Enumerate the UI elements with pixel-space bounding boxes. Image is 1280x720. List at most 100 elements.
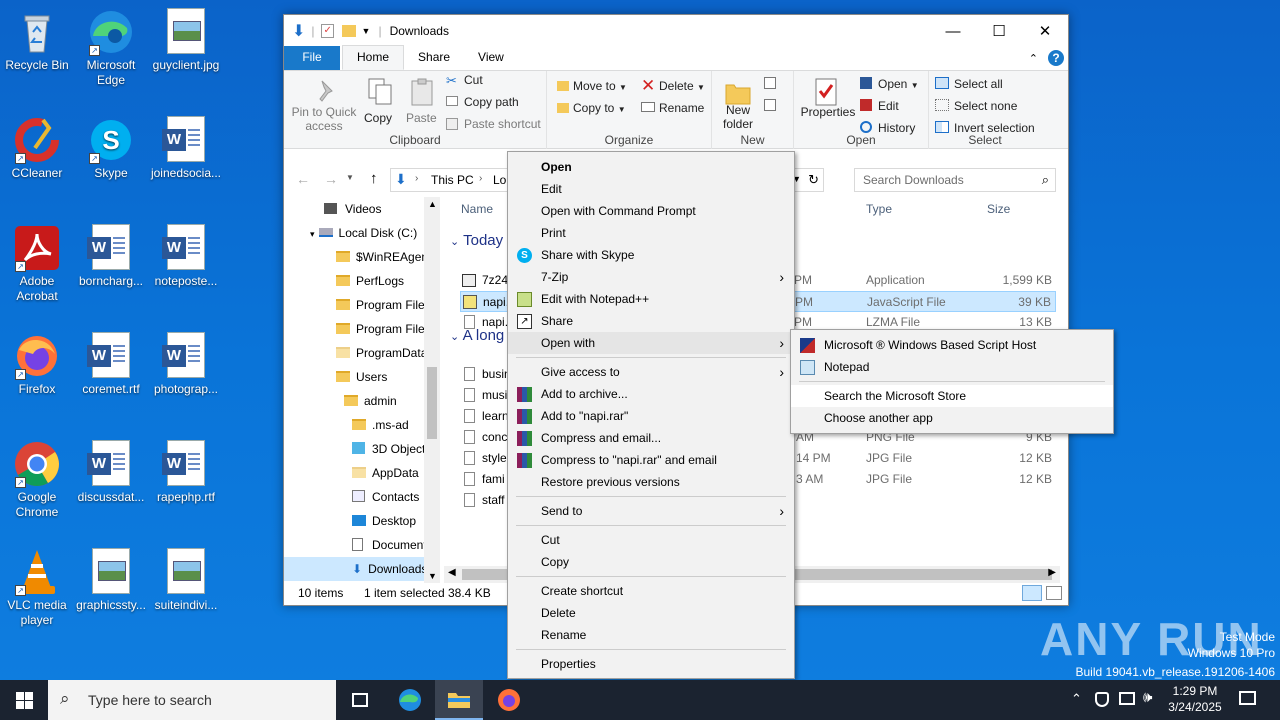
desktop-icon-skype[interactable]: S ↗ Skype — [74, 116, 148, 181]
recent-locations-icon[interactable]: ▼ — [346, 173, 354, 182]
notifications-icon[interactable] — [1239, 691, 1256, 705]
desktop-icon-google-chrome[interactable]: ↗ Google Chrome — [0, 440, 74, 520]
new-item-icon[interactable] — [764, 77, 776, 89]
easy-access-icon[interactable] — [764, 99, 776, 111]
submenu-item-notepad[interactable]: Notepad — [791, 356, 1113, 378]
desktop-icon-coremet[interactable]: coremet.rtf — [74, 332, 148, 397]
menu-item-compress-email[interactable]: Compress and email... — [508, 427, 794, 449]
menu-item-print[interactable]: Print — [508, 222, 794, 244]
menu-item-send-to[interactable]: Send to › — [508, 500, 794, 522]
menu-item-add-to-archive[interactable]: Add to archive... — [508, 383, 794, 405]
nav-item-appdata[interactable]: AppData — [352, 461, 419, 485]
show-hidden-icons-icon[interactable]: ⌃ — [1071, 691, 1082, 707]
desktop-icon-borncharg[interactable]: borncharg... — [74, 224, 148, 289]
nav-item-admin[interactable]: admin — [344, 389, 397, 413]
properties-button[interactable]: Properties — [800, 105, 856, 119]
nav-item-users[interactable]: Users — [336, 365, 387, 389]
menu-item-open[interactable]: Open — [508, 156, 794, 178]
desktop-icon-firefox[interactable]: ↗ Firefox — [0, 332, 74, 397]
edit-button[interactable]: Edit — [878, 99, 899, 113]
menu-item-cut[interactable]: Cut — [508, 529, 794, 551]
nav-item-videos[interactable]: Videos — [324, 197, 381, 221]
delete-button[interactable]: Delete ▼ — [659, 79, 705, 95]
nav-item-contacts[interactable]: Contacts — [352, 485, 419, 509]
nav-item-documents[interactable]: Documents — [352, 533, 433, 557]
paste-button[interactable]: Paste — [406, 111, 437, 125]
volume-icon[interactable]: 🕪 — [1143, 689, 1152, 706]
properties-qat-icon[interactable]: ✓ — [320, 24, 334, 38]
forward-arrow-icon[interactable]: → — [324, 171, 338, 187]
menu-item-edit[interactable]: Edit — [508, 178, 794, 200]
tab-home[interactable]: Home — [342, 45, 405, 70]
submenu-item-script-host[interactable]: Microsoft ® Windows Based Script Host — [791, 334, 1113, 356]
desktop-icon-recycle-bin[interactable]: Recycle Bin — [0, 8, 74, 73]
desktop-icon-rapephp[interactable]: rapephp.rtf — [149, 440, 223, 505]
nav-item-programdata[interactable]: ProgramData — [336, 341, 427, 365]
select-none-button[interactable]: Select none — [954, 99, 1017, 113]
column-header-size[interactable]: Size — [987, 202, 1010, 216]
up-arrow-icon[interactable]: ↑ — [370, 170, 378, 187]
pin-quick-access-button[interactable]: Pin to Quick access — [290, 105, 358, 133]
scroll-up-icon[interactable]: ▲ — [428, 199, 437, 209]
nav-item-winreagent[interactable]: $WinREAgent — [336, 245, 431, 269]
help-icon[interactable]: ? — [1048, 50, 1064, 66]
taskbar-file-explorer[interactable] — [435, 680, 483, 720]
cut-button[interactable]: Cut — [464, 73, 483, 87]
copy-path-button[interactable]: Copy path — [464, 95, 519, 109]
menu-item-7zip[interactable]: 7-Zip › — [508, 266, 794, 288]
desktop-icon-ccleaner[interactable]: ↗ CCleaner — [0, 116, 74, 181]
desktop-icon-photograp[interactable]: photograp... — [149, 332, 223, 397]
nav-item-downloads[interactable]: ⬇ Downloads — [284, 557, 439, 581]
column-header-type[interactable]: Type — [866, 202, 892, 216]
new-folder-button[interactable]: New folder — [716, 103, 760, 131]
desktop-icon-guyclient[interactable]: guyclient.jpg — [149, 8, 223, 73]
menu-item-restore-versions[interactable]: Restore previous versions — [508, 471, 794, 493]
scroll-down-icon[interactable]: ▼ — [428, 571, 437, 581]
menu-item-rename[interactable]: Rename — [508, 624, 794, 646]
tab-share[interactable]: Share — [404, 46, 464, 70]
large-icons-view-icon[interactable] — [1046, 586, 1062, 600]
minimize-button[interactable]: — — [930, 15, 976, 47]
defender-icon[interactable] — [1095, 692, 1109, 707]
desktop-icon-edge[interactable]: ↗ Microsoft Edge — [74, 8, 148, 88]
menu-item-add-to-napi-rar[interactable]: Add to "napi.rar" — [508, 405, 794, 427]
maximize-button[interactable]: ☐ — [976, 15, 1022, 47]
search-input[interactable]: Search Downloads — [863, 173, 964, 187]
nav-item-3d-objects[interactable]: 3D Objects — [352, 437, 431, 461]
submenu-item-choose-app[interactable]: Choose another app — [791, 407, 1113, 429]
menu-item-edit-notepadpp[interactable]: Edit with Notepad++ — [508, 288, 794, 310]
back-arrow-icon[interactable]: ← — [296, 171, 310, 187]
desktop-icon-vlc[interactable]: ↗ VLC media player — [0, 548, 74, 628]
clock[interactable]: 1:29 PM 3/24/2025 — [1164, 683, 1226, 715]
menu-item-give-access[interactable]: Give access to › — [508, 361, 794, 383]
group-header-today[interactable]: ⌄ Today — [450, 232, 503, 249]
select-all-button[interactable]: Select all — [954, 77, 1003, 91]
scroll-right-icon[interactable]: ▶ — [1048, 567, 1056, 578]
breadcrumb-local[interactable]: Lo — [493, 173, 506, 187]
nav-item-desktop[interactable]: Desktop — [352, 509, 416, 533]
desktop-icon-adobe-acrobat[interactable]: ↗ Adobe Acrobat — [0, 224, 74, 304]
copy-button[interactable]: Copy — [364, 111, 392, 125]
refresh-icon[interactable]: ↻ — [808, 172, 819, 188]
desktop-icon-discussdat[interactable]: discussdat... — [74, 440, 148, 505]
nav-item-program-files[interactable]: Program Files — [336, 293, 431, 317]
desktop-icon-joinedsocia[interactable]: joinedsocia... — [149, 116, 223, 181]
close-button[interactable]: ✕ — [1022, 15, 1068, 47]
menu-item-properties[interactable]: Properties — [508, 653, 794, 675]
menu-item-create-shortcut[interactable]: Create shortcut — [508, 580, 794, 602]
nav-scroll-thumb[interactable] — [427, 367, 437, 439]
nav-item-perflogs[interactable]: PerfLogs — [336, 269, 404, 293]
network-icon[interactable] — [1119, 692, 1135, 705]
start-button[interactable] — [0, 680, 48, 720]
nav-item-program-files-x86[interactable]: Program Files — [336, 317, 431, 341]
chevron-up-icon[interactable]: ⌃ — [1029, 48, 1038, 70]
nav-pane-scrollbar[interactable]: ▲ ▼ — [424, 197, 440, 583]
paste-shortcut-button[interactable]: Paste shortcut — [464, 117, 541, 131]
rename-button[interactable]: Rename — [659, 101, 704, 115]
tab-file[interactable]: File — [284, 46, 340, 70]
submenu-item-search-store[interactable]: Search the Microsoft Store — [791, 385, 1113, 407]
move-to-button[interactable]: Move to ▼ — [573, 79, 627, 95]
details-view-icon[interactable] — [1022, 585, 1042, 601]
taskbar-firefox[interactable] — [485, 680, 533, 720]
menu-item-delete[interactable]: Delete — [508, 602, 794, 624]
